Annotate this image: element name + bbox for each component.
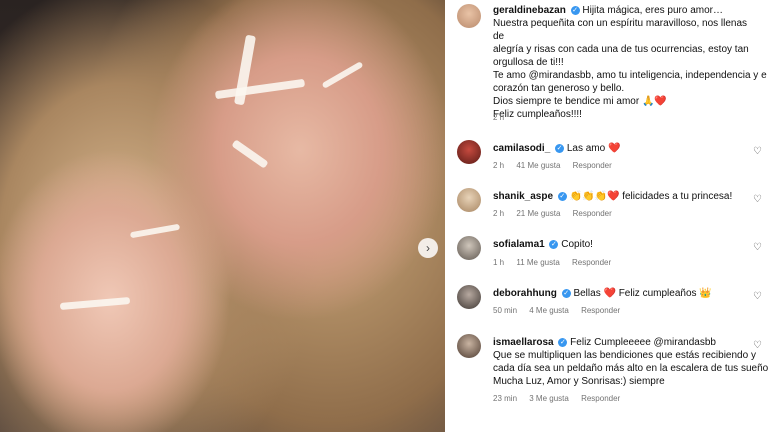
caption-line: Feliz cumpleaños!!!!: [493, 109, 582, 120]
caption-line: alegría y risas con cada una de tus ocur…: [493, 44, 749, 55]
verified-badge-icon: ✓: [570, 5, 580, 15]
reply-button[interactable]: Responder: [581, 306, 620, 315]
chevron-right-icon: ›: [426, 241, 430, 255]
comment-text: Feliz Cumpleeeee @mirandasbb: [570, 337, 716, 348]
comment: deborahhung ✓ Bellas ❤️ Feliz cumpleaños…: [493, 287, 754, 300]
comment-text: cada día sea un peldaño más alto en la e…: [493, 363, 768, 374]
heart-outline-icon[interactable]: ♡: [753, 291, 762, 302]
verified-badge-icon: ✓: [558, 337, 568, 347]
comment-text: Bellas ❤️ Feliz cumpleaños 👑: [573, 288, 712, 299]
face-paint: [231, 139, 269, 169]
caption-line: orgullosa de ti!!!: [493, 57, 564, 68]
verified-badge-icon: ✓: [557, 191, 567, 201]
comment-time: 2 h: [493, 161, 505, 170]
like-count[interactable]: 21 Me gusta: [516, 209, 560, 218]
comment-time: 50 min: [493, 306, 518, 315]
like-count[interactable]: 41 Me gusta: [516, 161, 560, 170]
caption-line: Nuestra pequeñita con un espíritu maravi…: [493, 18, 748, 42]
reply-button[interactable]: Responder: [573, 161, 612, 170]
heart-outline-icon[interactable]: ♡: [753, 194, 762, 205]
comment-text: Las amo ❤️: [566, 143, 621, 154]
post-photo: ›: [0, 0, 445, 432]
avatar[interactable]: [457, 188, 481, 212]
reply-button[interactable]: Responder: [573, 209, 612, 218]
comment-user[interactable]: camilasodi_: [493, 143, 550, 154]
verified-badge-icon: ✓: [555, 143, 565, 153]
avatar[interactable]: [457, 4, 481, 28]
post-caption: geraldinebazan ✓ Hijita mágica, eres pur…: [493, 4, 767, 121]
reply-button[interactable]: Responder: [581, 394, 620, 403]
avatar[interactable]: [457, 236, 481, 260]
heart-outline-icon[interactable]: ♡: [753, 146, 762, 157]
comment-text: Mucha Luz, Amor y Sonrisas:) siempre: [493, 376, 665, 387]
caption-line: Dios siempre te bendice mi amor 🙏❤️: [493, 96, 667, 107]
comment-user[interactable]: deborahhung: [493, 288, 557, 299]
comment-time: 2 h: [493, 209, 505, 218]
comment: camilasodi_ ✓ Las amo ❤️: [493, 142, 754, 155]
comments-panel: geraldinebazan ✓ Hijita mágica, eres pur…: [445, 0, 768, 432]
face-paint: [59, 296, 131, 311]
like-count[interactable]: 11 Me gusta: [516, 258, 559, 267]
comment: sofialama1 ✓ Copito!: [493, 238, 754, 251]
avatar[interactable]: [457, 140, 481, 164]
comment-text: 👏👏👏❤️ felicidades a tu princesa!: [569, 191, 733, 202]
like-count[interactable]: 4 Me gusta: [529, 306, 569, 315]
post-time: 2 h: [493, 113, 505, 122]
face-paint: [214, 78, 306, 100]
next-photo-button[interactable]: ›: [418, 238, 438, 258]
like-count[interactable]: 3 Me gusta: [529, 394, 569, 403]
comment-user[interactable]: shanik_aspe: [493, 191, 553, 202]
comment-text: Copito!: [561, 239, 593, 250]
post-author[interactable]: geraldinebazan: [493, 5, 566, 16]
comment-user[interactable]: sofialama1: [493, 239, 545, 250]
comment-user[interactable]: ismaellarosa: [493, 337, 554, 348]
face-paint: [321, 61, 364, 89]
heart-outline-icon[interactable]: ♡: [753, 242, 762, 253]
avatar[interactable]: [457, 285, 481, 309]
comment-time: 1 h: [493, 258, 505, 267]
avatar[interactable]: [457, 334, 481, 358]
comment-text: Que se multipliquen las bendiciones que …: [493, 350, 756, 361]
comment: shanik_aspe ✓ 👏👏👏❤️ felicidades a tu pri…: [493, 190, 754, 203]
face-paint: [129, 223, 181, 239]
comment: ismaellarosa ✓ Feliz Cumpleeeee @miranda…: [493, 336, 768, 388]
verified-badge-icon: ✓: [549, 239, 559, 249]
comment-time: 23 min: [493, 394, 518, 403]
caption-line: Te amo @mirandasbb, amo tu inteligencia,…: [493, 70, 767, 81]
caption-line: corazón tan generoso y bello.: [493, 83, 625, 94]
heart-outline-icon[interactable]: ♡: [753, 340, 762, 351]
verified-badge-icon: ✓: [561, 288, 571, 298]
reply-button[interactable]: Responder: [572, 258, 611, 267]
caption-line: Hijita mágica, eres puro amor…: [582, 5, 723, 16]
